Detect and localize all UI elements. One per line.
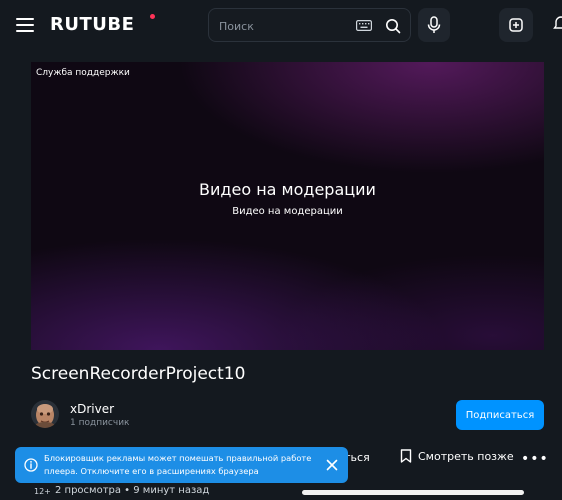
avatar[interactable]	[31, 400, 59, 428]
header: RUTUBE	[0, 0, 562, 52]
search-input[interactable]	[219, 17, 349, 35]
channel-name[interactable]: xDriver	[70, 402, 114, 416]
bookmark-icon	[400, 449, 412, 463]
more-options-button[interactable]: •••	[521, 451, 549, 467]
age-rating-badge: 12+	[34, 487, 51, 496]
video-stats: 2 просмотра • 9 минут назад	[55, 485, 210, 496]
moderation-subtitle: Видео на модерации	[232, 206, 343, 217]
close-icon[interactable]	[325, 458, 339, 472]
subscriber-count: 1 подписчик	[70, 418, 130, 428]
info-icon	[24, 458, 38, 472]
upload-icon	[509, 18, 523, 32]
upload-button[interactable]	[499, 8, 533, 42]
watch-later-label: Смотреть позже	[418, 450, 514, 463]
adblock-notification: Блокировщик рекламы может помешать прави…	[15, 447, 348, 483]
menu-icon[interactable]	[16, 18, 34, 32]
support-link[interactable]: Служба поддержки	[36, 68, 130, 78]
video-title: ScreenRecorderProject10	[31, 364, 246, 384]
voice-search-button[interactable]	[418, 8, 450, 42]
notifications-icon[interactable]	[551, 14, 562, 34]
subscribe-button[interactable]: Подписаться	[456, 400, 544, 430]
adblock-message: Блокировщик рекламы может помешать прави…	[44, 453, 312, 476]
page: RUTUBE Поиск Служба поддержки Видео на м…	[0, 0, 562, 500]
home-indicator[interactable]	[302, 490, 524, 495]
avatar-image	[31, 400, 59, 428]
moderation-title: Видео на модерации	[199, 180, 376, 199]
logo[interactable]: RUTUBE	[50, 14, 134, 35]
microphone-icon	[427, 16, 441, 33]
search-bar	[208, 8, 411, 42]
keyboard-icon[interactable]	[356, 20, 372, 31]
video-player[interactable]: Служба поддержки Видео на модерации Виде…	[31, 62, 544, 350]
logo-dot	[150, 14, 155, 19]
search-icon[interactable]	[385, 18, 401, 34]
